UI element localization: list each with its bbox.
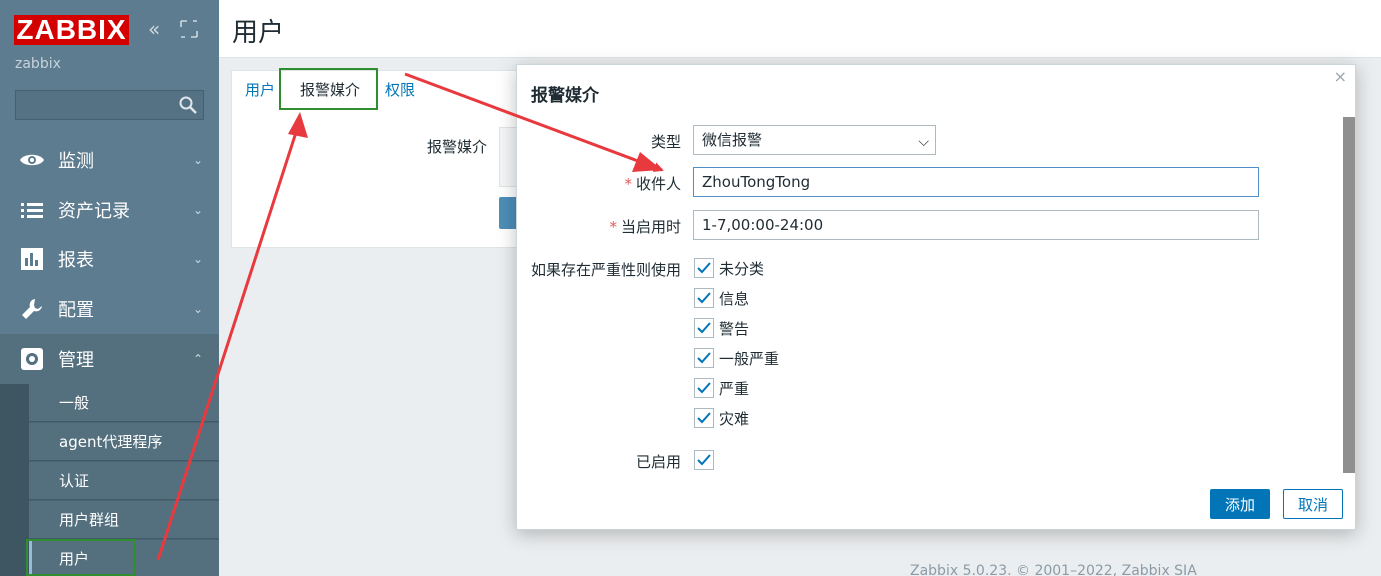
menu-label: 监测 [58,151,94,172]
severity-label-text: 灾难 [719,409,750,428]
sendto-input[interactable] [693,167,1259,197]
period-label-text: 当启用时 [620,218,681,236]
collapse-sidebar-icon[interactable]: « [148,16,160,42]
media-dialog: 报警媒介 × 类型 微信报警 ⌵ *收件人 *当启用时 如果存在严重性则使用 未… [516,64,1356,530]
sidebar: ZABBIX « zabbix 监测 ⌄ 资产记录 ⌄ 报表 ⌄ 配置 ⌄ 管理… [0,0,219,576]
checkbox-checked[interactable] [694,348,714,368]
submenu-item-general[interactable]: 一般 [29,384,219,422]
severity-disaster[interactable]: 灾难 [694,408,749,428]
menu-label: 管理 [58,350,94,371]
menu-label: 资产记录 [58,201,130,222]
enabled-checkbox[interactable] [694,450,714,470]
gear-icon [16,347,48,371]
menu-reports[interactable]: 报表 ⌄ [0,234,219,284]
sendto-label: * 收件人 [517,173,681,194]
add-button[interactable]: 添加 [1210,489,1270,519]
page-title: 用户 [232,18,285,48]
chevron-down-icon: ⌄ [192,203,203,217]
close-icon[interactable]: × [1334,67,1347,86]
wrench-icon [16,297,48,321]
period-input[interactable] [693,210,1259,240]
period-label: * 当启用时 [517,216,681,237]
checkbox-checked[interactable] [694,258,714,278]
submenu-indent [0,384,29,576]
checkbox-checked[interactable] [694,408,714,428]
menu-label: 报表 [58,250,94,271]
tab-permissions[interactable]: 权限 [385,79,415,100]
checkbox-checked[interactable] [694,378,714,398]
severity-label-text: 信息 [719,289,750,308]
tab-user[interactable]: 用户 [245,79,275,100]
dialog-scrollbar[interactable] [1343,117,1355,473]
severity-warning[interactable]: 警告 [694,318,749,338]
severity-not-classified[interactable]: 未分类 [694,258,764,278]
submenu-item-proxies[interactable]: agent代理程序 [29,423,219,461]
sidebar-search-input[interactable] [15,90,204,120]
search-icon[interactable] [179,96,197,114]
zabbix-logo[interactable]: ZABBIX [14,15,129,45]
severity-label-text: 未分类 [719,259,765,278]
menu-administration[interactable]: 管理 ⌃ [0,334,219,384]
menu-monitoring[interactable]: 监测 ⌄ [0,135,219,185]
bar-chart-icon [16,247,48,271]
type-select[interactable]: 微信报警 ⌵ [693,125,936,155]
severity-label-text: 警告 [719,319,750,338]
kiosk-mode-icon[interactable] [180,18,198,44]
severity-label: 如果存在严重性则使用 [530,261,681,279]
menu-configuration[interactable]: 配置 ⌄ [0,284,219,334]
chevron-up-icon: ⌃ [192,352,203,366]
annotation-highlight-tab [279,68,378,110]
server-name: zabbix [15,56,61,72]
severity-information[interactable]: 信息 [694,288,749,308]
footer: Zabbix 5.0.23. © 2001–2022, Zabbix SIA [910,563,1197,576]
enabled-label: 已启用 [635,453,681,471]
severity-label-text: 一般严重 [719,349,780,368]
media-label: 报警媒介 [427,138,488,156]
chevron-down-icon: ⌵ [918,134,929,150]
menu-inventory[interactable]: 资产记录 ⌄ [0,185,219,235]
menu-label: 配置 [58,300,94,321]
chevron-down-icon: ⌄ [192,153,203,167]
submenu-item-user-groups[interactable]: 用户群组 [29,501,219,539]
severity-high[interactable]: 严重 [694,378,749,398]
severity-label-text: 严重 [719,379,750,398]
required-marker: * [624,175,632,193]
page-header [219,0,1381,58]
dialog-title: 报警媒介 [531,86,599,106]
type-select-value: 微信报警 [702,131,763,149]
enabled-checkbox-row[interactable] [694,450,719,470]
submenu-item-authentication[interactable]: 认证 [29,462,219,500]
severity-average[interactable]: 一般严重 [694,348,779,368]
list-icon [16,198,48,222]
eye-icon [16,148,48,172]
annotation-highlight-users [26,539,136,576]
cancel-button[interactable]: 取消 [1283,489,1343,519]
chevron-down-icon: ⌄ [192,302,203,316]
checkbox-checked[interactable] [694,288,714,308]
type-label: 类型 [650,133,681,151]
required-marker: * [609,218,617,236]
checkbox-checked[interactable] [694,318,714,338]
sendto-label-text: 收件人 [635,175,681,193]
chevron-down-icon: ⌄ [192,252,203,266]
